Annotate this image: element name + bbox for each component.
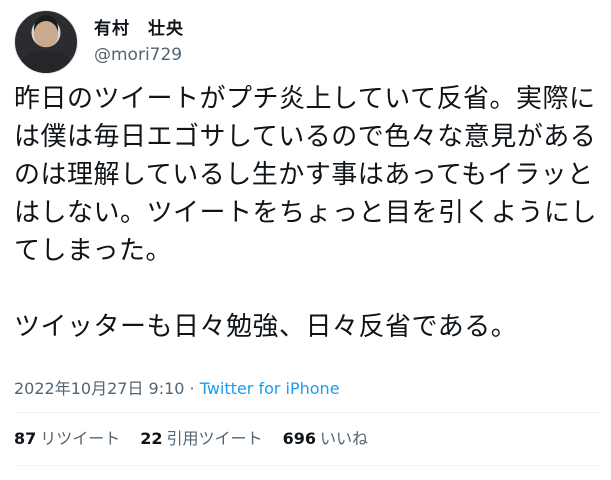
tweet-meta: 2022年10月27日 9:10 · Twitter for iPhone: [14, 378, 340, 400]
author-names: 有村 壮央 @mori729: [94, 17, 184, 67]
meta-separator: ·: [184, 379, 200, 398]
quotes-stat[interactable]: 22 引用ツイート: [140, 428, 262, 450]
tweet-card: 有村 壮央 @mori729 昨日のツイートがプチ炎上していて反省。実際には僕は…: [0, 0, 611, 480]
display-name[interactable]: 有村 壮央: [94, 17, 184, 41]
divider: [14, 412, 599, 413]
tweet-timestamp[interactable]: 2022年10月27日 9:10: [14, 379, 184, 398]
tweet-source-link[interactable]: Twitter for iPhone: [200, 379, 340, 398]
retweets-count: 87: [14, 429, 37, 448]
likes-count: 696: [282, 429, 316, 448]
tweet-stats: 87 リツイート 22 引用ツイート 696 いいね: [14, 428, 388, 450]
likes-stat[interactable]: 696 いいね: [283, 428, 368, 450]
quotes-count: 22: [140, 429, 163, 448]
tweet-text: 昨日のツイートがプチ炎上していて反省。実際には僕は毎日エゴサしているので色々な意…: [14, 84, 598, 342]
divider: [14, 465, 599, 466]
tweet-header: 有村 壮央 @mori729: [14, 10, 184, 74]
retweets-stat[interactable]: 87 リツイート: [14, 428, 120, 450]
avatar[interactable]: [14, 10, 78, 74]
retweets-label: リツイート: [40, 429, 121, 448]
likes-label: いいね: [319, 429, 368, 448]
quotes-label: 引用ツイート: [166, 429, 263, 448]
user-handle[interactable]: @mori729: [94, 43, 184, 67]
